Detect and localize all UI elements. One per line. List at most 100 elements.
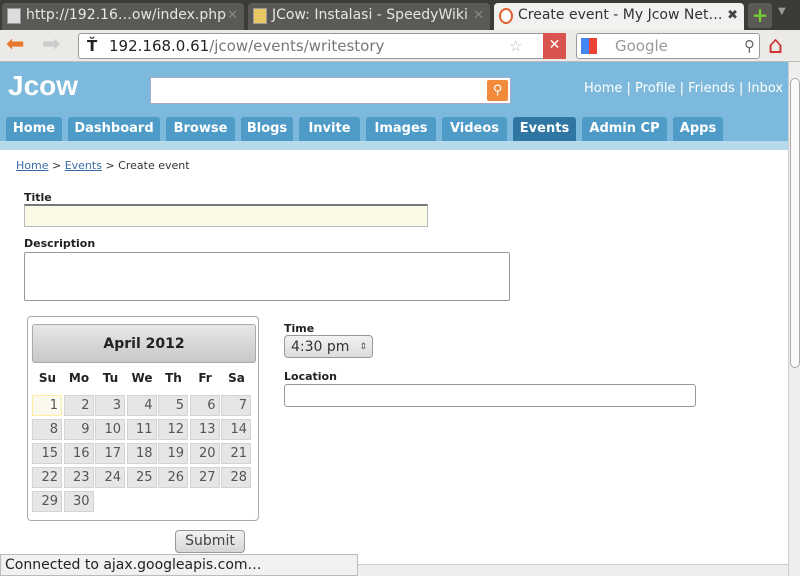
calendar-day[interactable]: 3 [95, 395, 125, 416]
calendar-day[interactable]: 27 [189, 467, 220, 488]
calendar-day[interactable]: 7 [221, 395, 251, 416]
url-path: /jcow/events/writestory [209, 37, 385, 55]
close-tab-icon[interactable]: ✕ [227, 3, 238, 28]
tab-list-icon[interactable]: ▼ [778, 6, 786, 17]
search-icon[interactable]: ⚲ [744, 34, 755, 58]
navigation-toolbar: ⬅ ➡ Ť 192.168.0.61/jcow/events/writestory… [0, 30, 800, 62]
top-links[interactable]: Home | Profile | Friends | Inbox | I [584, 81, 800, 96]
new-tab-icon[interactable]: + [748, 3, 772, 28]
calendar-day[interactable]: 30 [63, 491, 94, 512]
horizontal-scrollbar[interactable] [358, 564, 788, 576]
weekday-header: Tu [102, 371, 119, 385]
submit-button[interactable]: Submit [175, 530, 245, 553]
nav-tab-dashboard[interactable]: Dashboard [68, 117, 160, 141]
calendar-day[interactable]: 9 [63, 419, 94, 440]
calendar-day[interactable]: 29 [32, 491, 62, 512]
search-icon[interactable]: ⚲ [487, 80, 508, 101]
time-select[interactable]: 4:30 pm ⇕ [284, 335, 373, 358]
calendar-day[interactable]: 28 [221, 467, 251, 488]
weekday-header: Th [165, 371, 182, 385]
separator: > [105, 159, 115, 172]
tab-label: Create event - My Jcow Net… [518, 7, 723, 23]
calendar-day[interactable]: 14 [221, 419, 251, 440]
calendar-day[interactable]: 12 [158, 419, 188, 440]
calendar-day[interactable]: 21 [221, 443, 251, 464]
calendar-day[interactable]: 8 [32, 419, 62, 440]
search-placeholder: Google [615, 37, 668, 55]
calendar-day[interactable]: 5 [158, 395, 188, 416]
loading-icon [499, 8, 513, 24]
weekday-header: Sa [228, 371, 245, 385]
site-favicon: Ť [87, 37, 98, 55]
nav-tab-home[interactable]: Home [6, 117, 62, 141]
wiki-icon [253, 8, 267, 24]
time-value: 4:30 pm [291, 339, 350, 355]
breadcrumb-events[interactable]: Events [65, 159, 102, 172]
description-textarea[interactable] [24, 252, 510, 301]
calendar-day[interactable]: 4 [126, 395, 157, 416]
calendar-day[interactable]: 23 [63, 467, 94, 488]
time-label: Time [284, 322, 315, 335]
close-tab-icon[interactable]: ✖ [727, 3, 738, 28]
vertical-scrollbar[interactable] [788, 62, 800, 576]
location-label: Location [284, 370, 337, 383]
status-bar: Connected to ajax.googleapis.com… [0, 554, 358, 576]
location-input[interactable] [284, 384, 696, 407]
breadcrumb-current: Create event [118, 159, 190, 172]
forward-icon[interactable]: ➡ [42, 32, 60, 57]
url-bar[interactable]: Ť 192.168.0.61/jcow/events/writestory ☆ [78, 33, 566, 59]
breadcrumb-home[interactable]: Home [16, 159, 48, 172]
calendar-day[interactable]: 16 [63, 443, 94, 464]
nav-tab-admin-cp[interactable]: Admin CP [582, 117, 667, 141]
calendar-day[interactable]: 2 [63, 395, 94, 416]
calendar-day[interactable]: 18 [126, 443, 157, 464]
calendar-day[interactable]: 19 [158, 443, 188, 464]
weekday-header: Su [38, 371, 57, 385]
browser-tab[interactable]: http://192.16…ow/index.php ✕ [2, 3, 244, 30]
nav-tab-blogs[interactable]: Blogs [241, 117, 293, 141]
separator: > [51, 159, 62, 172]
tab-label: JCow: Instalasi - SpeedyWiki [272, 7, 468, 23]
spinner-icon: ⇕ [359, 342, 367, 352]
calendar-day[interactable]: 11 [126, 419, 157, 440]
home-icon[interactable]: ⌂ [768, 31, 783, 59]
browser-tab[interactable]: JCow: Instalasi - SpeedyWiki ✕ [248, 3, 490, 30]
title-input[interactable] [24, 204, 428, 227]
jcow-logo[interactable]: Jcow [8, 70, 78, 102]
calendar-day[interactable]: 25 [126, 467, 157, 488]
nav-tab-apps[interactable]: Apps [673, 117, 723, 141]
calendar-day[interactable]: 6 [189, 395, 220, 416]
breadcrumb: Home > Events > Create event [16, 159, 190, 172]
calendar-day[interactable]: 13 [189, 419, 220, 440]
stop-icon[interactable]: ✕ [543, 33, 566, 59]
site-header: Jcow ⚲ Home | Profile | Friends | Inbox … [0, 62, 800, 150]
nav-tab-videos[interactable]: Videos [442, 117, 507, 141]
weekday-header: We [131, 371, 153, 385]
calendar-day[interactable]: 24 [95, 467, 125, 488]
web-search-input[interactable]: Google ⚲ [576, 33, 760, 59]
nav-tab-images[interactable]: Images [366, 117, 436, 141]
calendar-day[interactable]: 15 [32, 443, 62, 464]
description-label: Description [24, 237, 96, 250]
calendar-day[interactable]: 20 [189, 443, 220, 464]
weekday-header: Fr [198, 371, 212, 385]
weekday-header: Mo [68, 371, 90, 385]
title-label: Title [24, 191, 52, 204]
page-icon [7, 8, 21, 24]
calendar-day[interactable]: 10 [95, 419, 125, 440]
scroll-thumb[interactable] [790, 78, 800, 368]
calendar-day[interactable]: 22 [32, 467, 62, 488]
nav-tab-invite[interactable]: Invite [299, 117, 360, 141]
calendar-day[interactable]: 26 [158, 467, 188, 488]
bookmark-star-icon[interactable]: ☆ [509, 34, 522, 58]
tab-label: http://192.16…ow/index.php [26, 7, 227, 23]
close-tab-icon[interactable]: ✕ [473, 3, 484, 28]
site-search-input[interactable]: ⚲ [150, 77, 511, 104]
nav-tab-events[interactable]: Events [513, 117, 576, 141]
back-icon[interactable]: ⬅ [6, 32, 24, 57]
nav-tab-browse[interactable]: Browse [166, 117, 235, 141]
browser-tab-active[interactable]: Create event - My Jcow Net… ✖ [494, 3, 744, 30]
calendar-day[interactable]: 17 [95, 443, 125, 464]
date-picker: April 2012 Su Mo Tu We Th Fr Sa 1 2 3 4 5 6 7 8 9 10 11 12… [27, 316, 259, 521]
calendar-day[interactable]: 1 [32, 395, 62, 416]
